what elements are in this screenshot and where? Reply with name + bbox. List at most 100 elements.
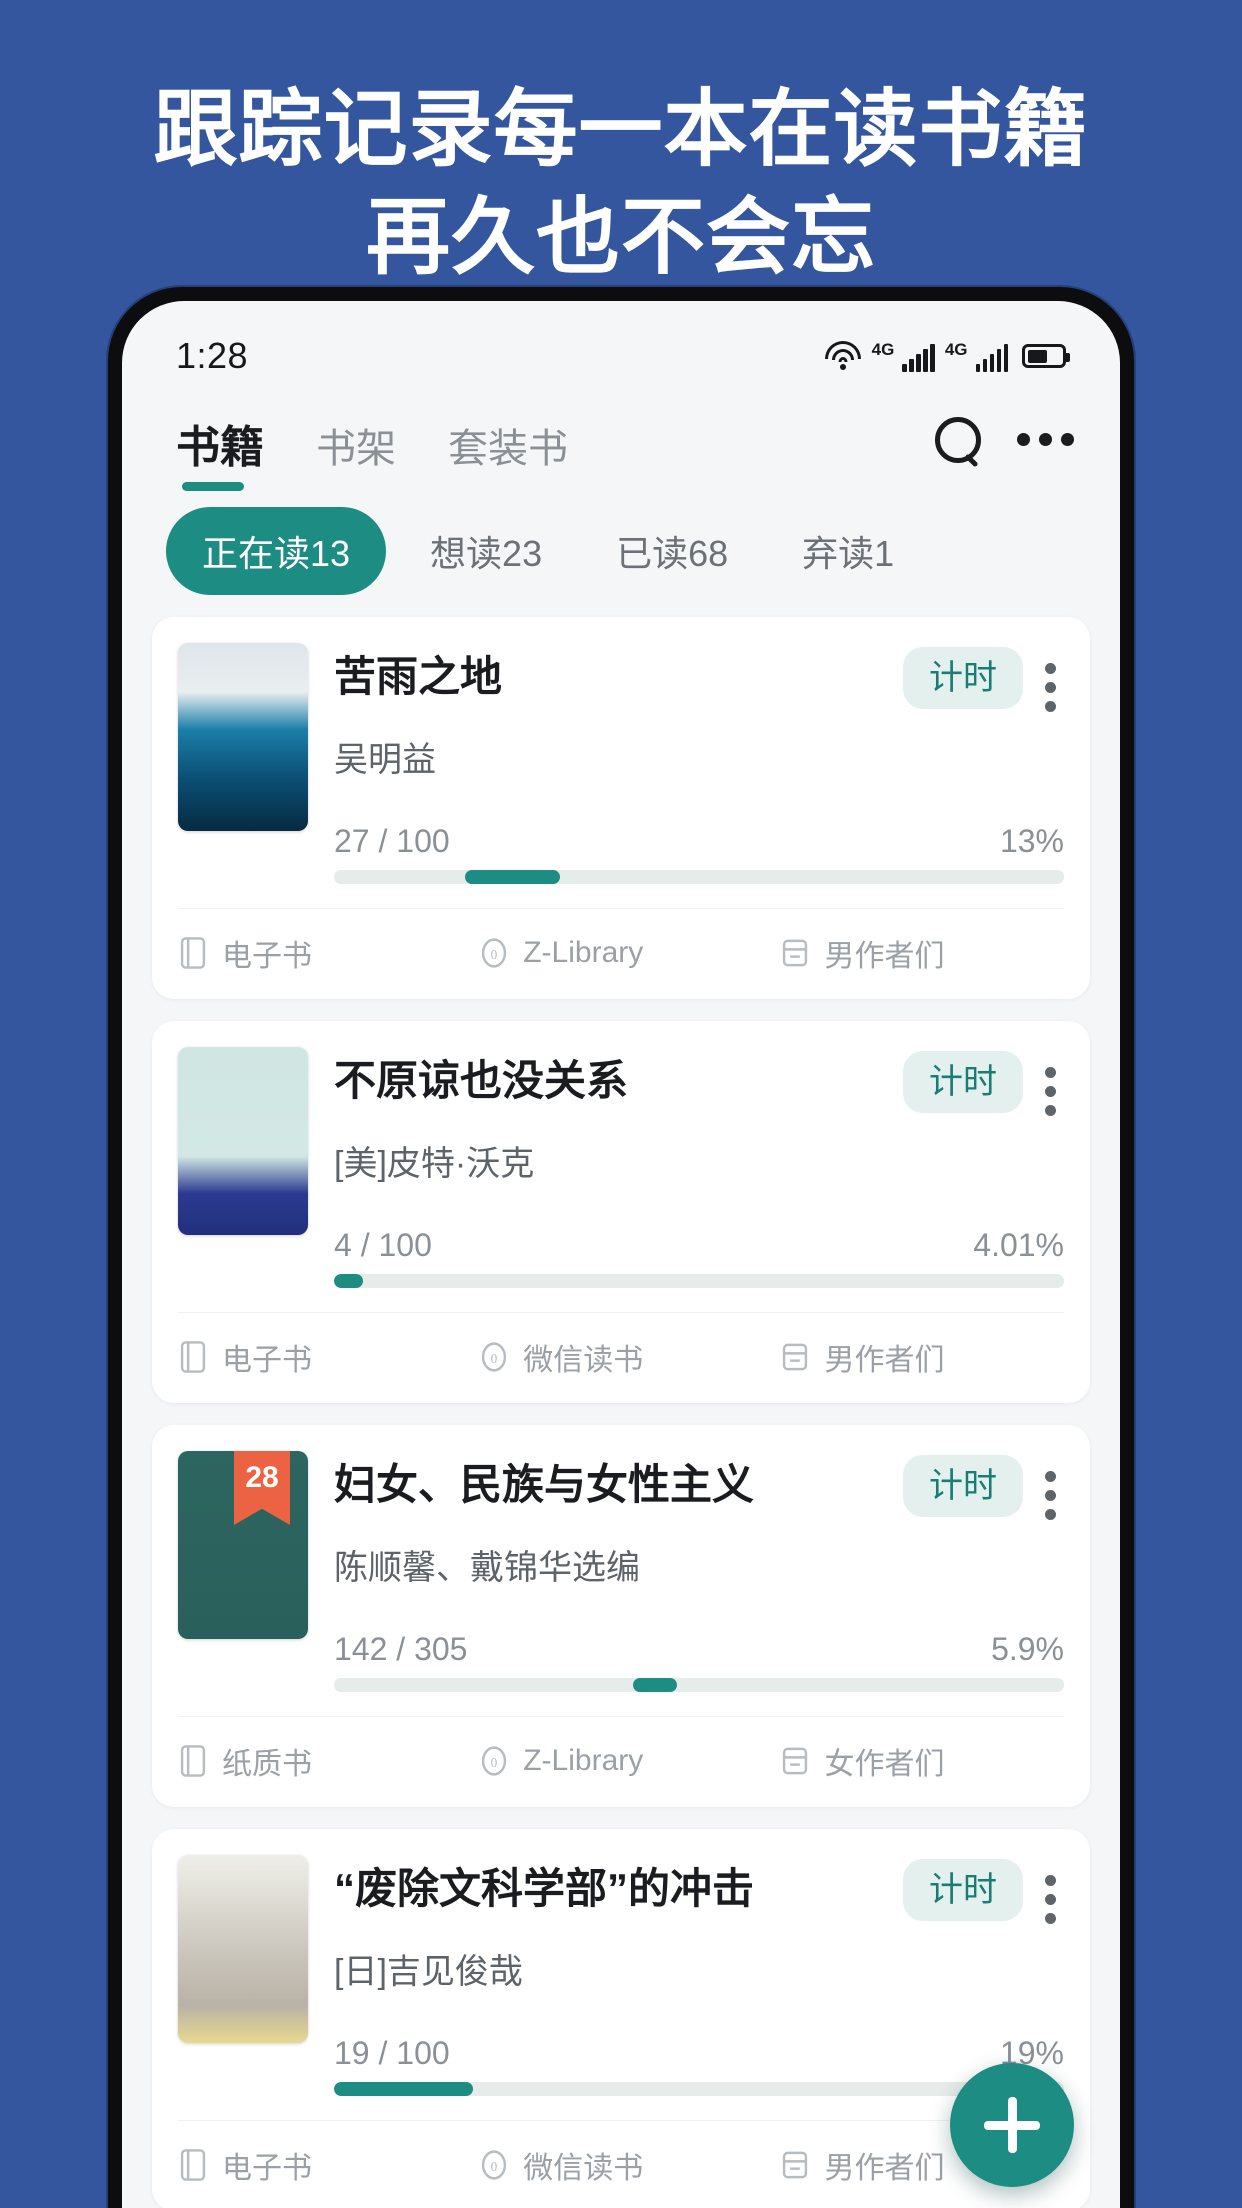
book-info: 妇女、民族与女性主义 计时 陈顺馨、戴锦华选编 142 / 305 5.9% [334, 1451, 1064, 1692]
book-source-label: 微信读书 [523, 1344, 644, 1377]
book-card[interactable]: “废除文科学部”的冲击 计时 [日]吉见俊哉 19 / 100 19% 电子书 … [152, 1829, 1090, 2208]
book-author: [美]皮特·沃克 [334, 1145, 535, 1183]
svg-text:0: 0 [491, 1755, 498, 1770]
book-author: [日]吉见俊哉 [334, 1953, 523, 1991]
status-bar: 1:28 4G 4G [122, 301, 1120, 393]
source-icon: 0 [479, 2148, 509, 2182]
book-progress-row: 4 / 100 4.01% [334, 1227, 1064, 1264]
book-list: 苦雨之地 计时 吴明益 27 / 100 13% 电子书 0 Z-Library… [122, 595, 1120, 2208]
book-source[interactable]: 0 微信读书 [479, 1335, 780, 1379]
book-pages: 4 / 100 [334, 1227, 432, 1263]
book-tag[interactable]: 男作者们 [780, 931, 1064, 975]
book-format-label: 电子书 [222, 940, 312, 973]
filter-chips: 正在读13 想读23 已读68 弃读1 [122, 493, 1120, 595]
source-icon: 0 [479, 936, 509, 970]
kebab-menu-icon[interactable] [1037, 1051, 1064, 1116]
book-source[interactable]: 0 Z-Library [479, 1744, 780, 1778]
book-format[interactable]: 电子书 [178, 2143, 479, 2187]
book-meta: 电子书 0 微信读书 男作者们 [178, 2120, 1064, 2208]
book-progress-row: 19 / 100 19% [334, 2035, 1064, 2072]
add-book-fab[interactable] [950, 2063, 1074, 2187]
promo-line-1: 跟踪记录每一本在读书籍 [153, 80, 1089, 178]
kebab-menu-icon[interactable] [1037, 1455, 1064, 1520]
book-progress-row: 142 / 305 5.9% [334, 1631, 1064, 1668]
book-info: 不原谅也没关系 计时 [美]皮特·沃克 4 / 100 4.01% [334, 1047, 1064, 1288]
book-tag-label: 男作者们 [824, 940, 945, 973]
filter-chip-abandoned[interactable]: 弃读1 [772, 507, 924, 595]
book-author: 吴明益 [334, 741, 436, 779]
book-tag-label: 女作者们 [824, 1748, 945, 1781]
tab-books[interactable]: 书籍 [176, 411, 264, 493]
book-meta: 纸质书 0 Z-Library 女作者们 [178, 1716, 1064, 1807]
book-format-icon [178, 936, 208, 970]
status-icons: 4G 4G [824, 339, 1070, 372]
book-card-top: 苦雨之地 计时 吴明益 27 / 100 13% [178, 643, 1064, 884]
filter-chip-reading[interactable]: 正在读13 [166, 507, 387, 595]
phone-screen: 1:28 4G 4G 书籍 书架 套装书 正在读13 想读23 已读68 弃读1… [122, 301, 1120, 2208]
book-progress-fill [334, 2082, 473, 2096]
svg-text:0: 0 [491, 2159, 498, 2174]
top-nav: 书籍 书架 套装书 [122, 393, 1120, 493]
book-format-label: 纸质书 [222, 1748, 312, 1781]
timer-button[interactable]: 计时 [903, 1455, 1023, 1517]
book-percent: 4.01% [973, 1227, 1064, 1263]
network-label-1: 4G [871, 339, 895, 359]
timer-button[interactable]: 计时 [903, 647, 1023, 709]
book-format-icon [178, 1744, 208, 1778]
book-title-row: “废除文科学部”的冲击 计时 [334, 1859, 1064, 1924]
book-source-label: 微信读书 [523, 2152, 644, 2185]
book-cover [178, 643, 308, 831]
book-card-top: “废除文科学部”的冲击 计时 [日]吉见俊哉 19 / 100 19% [178, 1855, 1064, 2096]
book-card[interactable]: 不原谅也没关系 计时 [美]皮特·沃克 4 / 100 4.01% 电子书 0 … [152, 1021, 1090, 1403]
book-title-row: 苦雨之地 计时 [334, 647, 1064, 712]
book-progress-bar [334, 870, 1064, 884]
book-tag-label: 男作者们 [824, 1344, 945, 1377]
book-tag-label: 男作者们 [824, 2152, 945, 2185]
signal-bars-2 [975, 343, 1008, 372]
book-progress-fill [633, 1678, 678, 1692]
search-icon[interactable] [935, 417, 981, 463]
book-card[interactable]: 28 妇女、民族与女性主义 计时 陈顺馨、戴锦华选编 142 / 305 5.9… [152, 1425, 1090, 1807]
tag-icon [780, 936, 810, 970]
tab-shelf[interactable]: 书架 [316, 416, 396, 492]
nav-actions [935, 411, 1074, 463]
timer-button[interactable]: 计时 [903, 1051, 1023, 1113]
book-tag[interactable]: 男作者们 [780, 1335, 1064, 1379]
book-format[interactable]: 电子书 [178, 1335, 479, 1379]
filter-chip-finished[interactable]: 已读68 [586, 507, 758, 595]
kebab-menu-icon[interactable] [1037, 647, 1064, 712]
tab-boxset[interactable]: 套装书 [448, 416, 568, 492]
book-pages: 27 / 100 [334, 823, 450, 859]
kebab-menu-icon[interactable] [1037, 1859, 1064, 1924]
tag-icon [780, 1340, 810, 1374]
source-icon: 0 [479, 1340, 509, 1374]
book-source[interactable]: 0 微信读书 [479, 2143, 780, 2187]
promo-line-2: 再久也不会忘 [365, 187, 876, 286]
book-info: “废除文科学部”的冲击 计时 [日]吉见俊哉 19 / 100 19% [334, 1855, 1064, 2096]
book-format[interactable]: 纸质书 [178, 1739, 479, 1783]
tag-icon [780, 1744, 810, 1778]
tab-boxset-label: 套装书 [448, 427, 568, 471]
more-icon[interactable] [1017, 432, 1074, 446]
book-progress-fill [465, 870, 561, 884]
book-progress-row: 27 / 100 13% [334, 823, 1064, 860]
book-format-label: 电子书 [222, 2152, 312, 2185]
book-meta: 电子书 0 微信读书 男作者们 [178, 1312, 1064, 1403]
book-percent: 13% [999, 823, 1064, 859]
timer-button[interactable]: 计时 [903, 1859, 1023, 1921]
book-title: 妇女、民族与女性主义 [334, 1461, 755, 1508]
tab-shelf-label: 书架 [316, 427, 396, 471]
book-format-icon [178, 2148, 208, 2182]
book-author: 陈顺馨、戴锦华选编 [334, 1549, 640, 1587]
book-source[interactable]: 0 Z-Library [479, 936, 780, 970]
book-title: “废除文科学部”的冲击 [334, 1865, 755, 1912]
filter-chip-wishlist[interactable]: 想读23 [400, 507, 572, 595]
book-title: 苦雨之地 [334, 653, 503, 700]
book-meta: 电子书 0 Z-Library 男作者们 [178, 908, 1064, 999]
book-card-top: 不原谅也没关系 计时 [美]皮特·沃克 4 / 100 4.01% [178, 1047, 1064, 1288]
book-title-row: 不原谅也没关系 计时 [334, 1051, 1064, 1116]
book-progress-bar [334, 1274, 1064, 1288]
book-tag[interactable]: 女作者们 [780, 1739, 1064, 1783]
book-format[interactable]: 电子书 [178, 931, 479, 975]
book-card[interactable]: 苦雨之地 计时 吴明益 27 / 100 13% 电子书 0 Z-Library… [152, 617, 1090, 999]
